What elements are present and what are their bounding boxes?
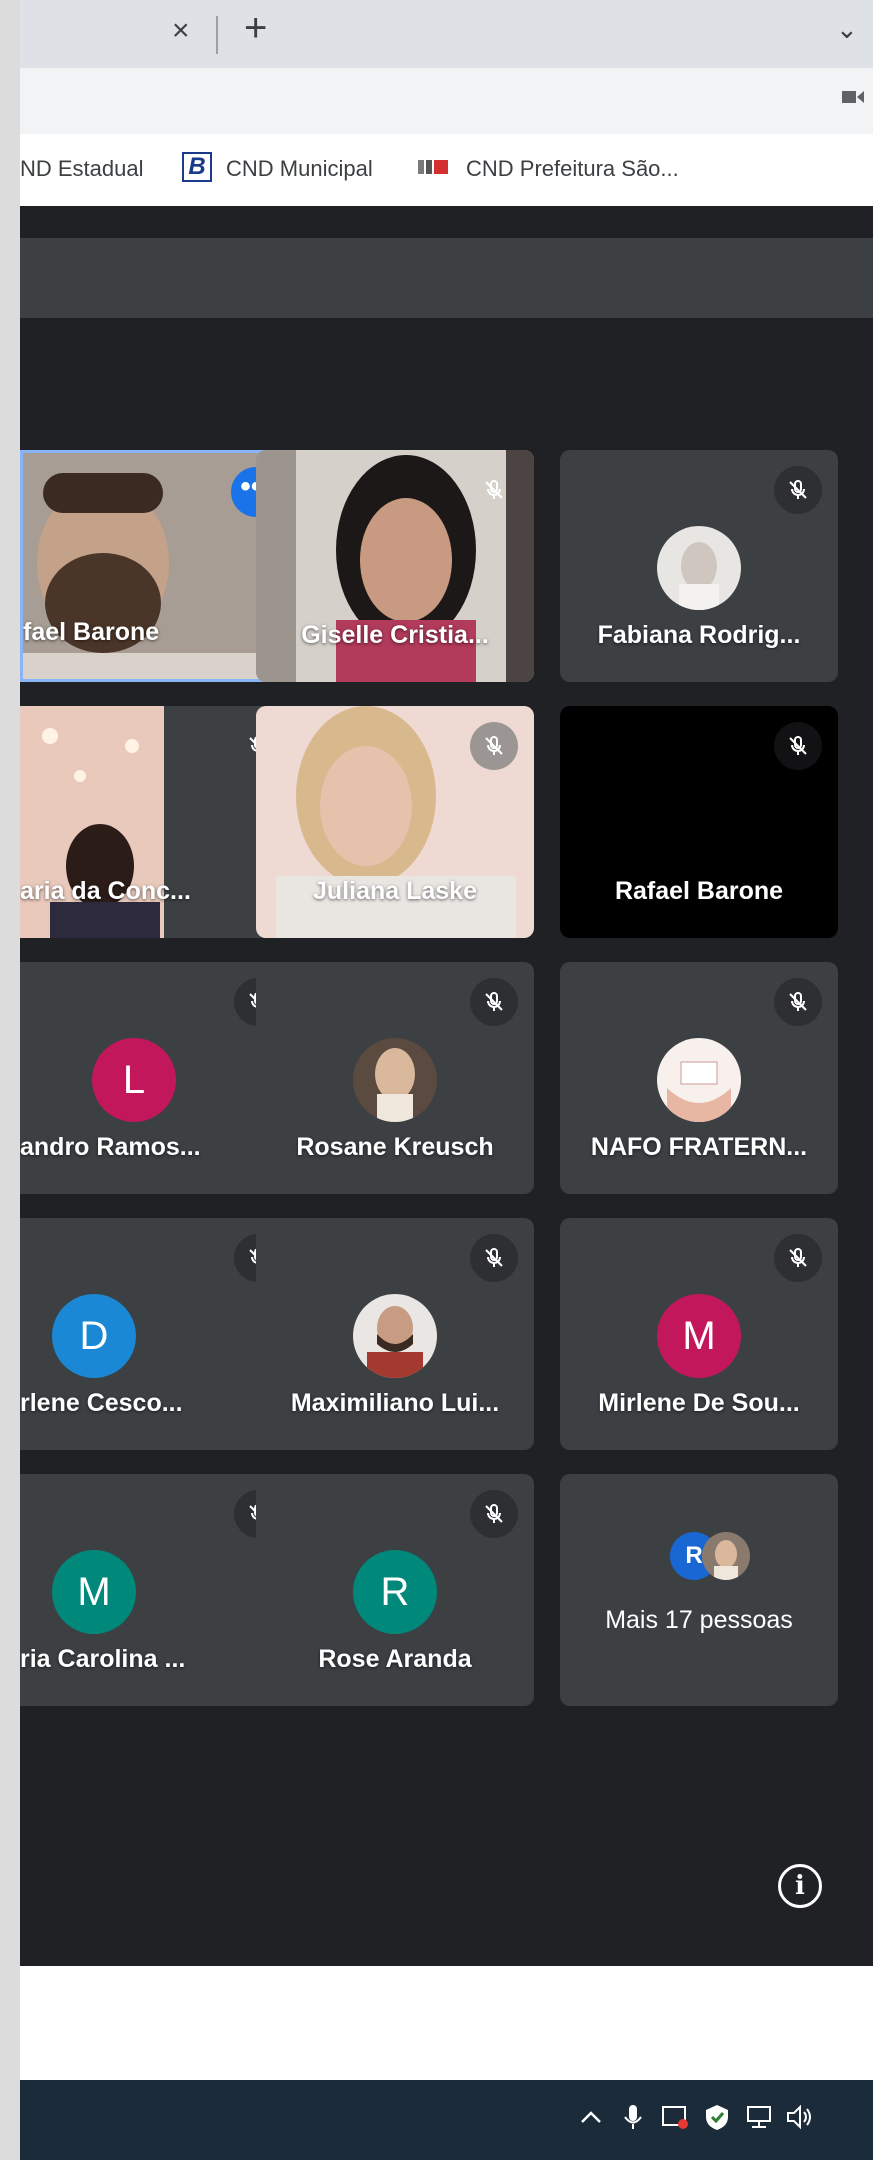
bookmark-b-icon: B xyxy=(182,152,212,182)
bookmark-nd-estadual[interactable]: ND Estadual xyxy=(20,156,144,182)
more-people-tile[interactable]: R Mais 17 pessoas xyxy=(560,1474,838,1706)
more-people-avatar-photo xyxy=(702,1532,750,1580)
more-people-label: Mais 17 pessoas xyxy=(605,1606,793,1634)
participant-avatar: L xyxy=(92,1038,176,1122)
mic-muted-icon xyxy=(470,978,518,1026)
participant-avatar xyxy=(353,1294,437,1378)
address-bar[interactable] xyxy=(20,68,873,134)
page-bottom-area xyxy=(20,1966,873,2080)
bookmark-cnd-prefeitura[interactable]: CND Prefeitura São... xyxy=(466,156,679,182)
taskbar xyxy=(20,2080,873,2160)
screen-capture-icon[interactable] xyxy=(660,2102,690,2132)
mic-muted-icon xyxy=(470,1234,518,1282)
participant-tile[interactable]: Rafael Barone xyxy=(560,706,838,938)
meet-header-bar xyxy=(20,238,873,318)
bookmarks-bar: ND Estadual B CND Municipal CND Prefeitu… xyxy=(20,134,873,207)
participant-avatar: D xyxy=(52,1294,136,1378)
bookmark-flag-icon xyxy=(418,160,448,174)
meeting-info-button[interactable]: i xyxy=(778,1864,822,1908)
mic-muted-icon xyxy=(470,1490,518,1538)
participant-tile[interactable]: Juliana Laske xyxy=(256,706,534,938)
camera-icon[interactable] xyxy=(842,88,864,106)
participant-name: Rafael Barone xyxy=(614,877,784,905)
participant-tile[interactable]: R Rose Aranda xyxy=(256,1474,534,1706)
mic-muted-icon xyxy=(774,1234,822,1282)
participant-name: Fabiana Rodrig... xyxy=(597,621,801,649)
participant-name: Rose Aranda xyxy=(318,1645,472,1673)
mic-muted-icon xyxy=(470,722,518,770)
participant-name: NAFO FRATERN... xyxy=(590,1133,808,1161)
close-tab-icon[interactable]: × xyxy=(172,14,190,48)
participant-name: fael Barone xyxy=(23,618,160,646)
mic-muted-icon xyxy=(774,466,822,514)
network-icon[interactable] xyxy=(744,2102,774,2132)
browser-tab-bar xyxy=(20,0,873,68)
bookmark-cnd-municipal[interactable]: CND Municipal xyxy=(226,156,373,182)
participant-tile[interactable]: Fabiana Rodrig... xyxy=(560,450,838,682)
participant-avatar xyxy=(353,1038,437,1122)
participant-tile[interactable]: Maximiliano Lui... xyxy=(256,1218,534,1450)
participant-name: Maximiliano Lui... xyxy=(290,1389,500,1417)
participant-tile[interactable]: M Mirlene De Sou... xyxy=(560,1218,838,1450)
participant-avatar: M xyxy=(52,1550,136,1634)
meeting-grid: ••• fael Barone Giselle Cristia... Fabia… xyxy=(20,318,873,1966)
volume-icon[interactable] xyxy=(784,2102,814,2132)
participant-avatar xyxy=(657,1038,741,1122)
left-edge-strip xyxy=(0,0,20,2160)
new-tab-button[interactable]: + xyxy=(244,6,267,51)
mic-muted-icon xyxy=(774,978,822,1026)
participant-name: Rosane Kreusch xyxy=(296,1133,494,1161)
participant-name: Juliana Laske xyxy=(313,877,477,905)
microphone-icon[interactable] xyxy=(618,2102,648,2132)
participant-name: Giselle Cristia... xyxy=(301,621,489,649)
participant-avatar: M xyxy=(657,1294,741,1378)
security-shield-icon[interactable] xyxy=(702,2102,732,2132)
participant-tile[interactable]: Rosane Kreusch xyxy=(256,962,534,1194)
participant-tile[interactable]: NAFO FRATERN... xyxy=(560,962,838,1194)
mic-muted-icon xyxy=(470,466,518,514)
participant-avatar: R xyxy=(353,1550,437,1634)
tab-search-chevron-icon[interactable]: ⌄ xyxy=(836,14,858,45)
participant-tile[interactable]: Giselle Cristia... xyxy=(256,450,534,682)
meet-top-spacer xyxy=(20,206,873,238)
mic-muted-icon xyxy=(774,722,822,770)
participant-name: Mirlene De Sou... xyxy=(598,1389,800,1417)
participant-avatar xyxy=(657,526,741,610)
tab-divider xyxy=(216,16,218,54)
chevron-up-icon[interactable] xyxy=(576,2102,606,2132)
